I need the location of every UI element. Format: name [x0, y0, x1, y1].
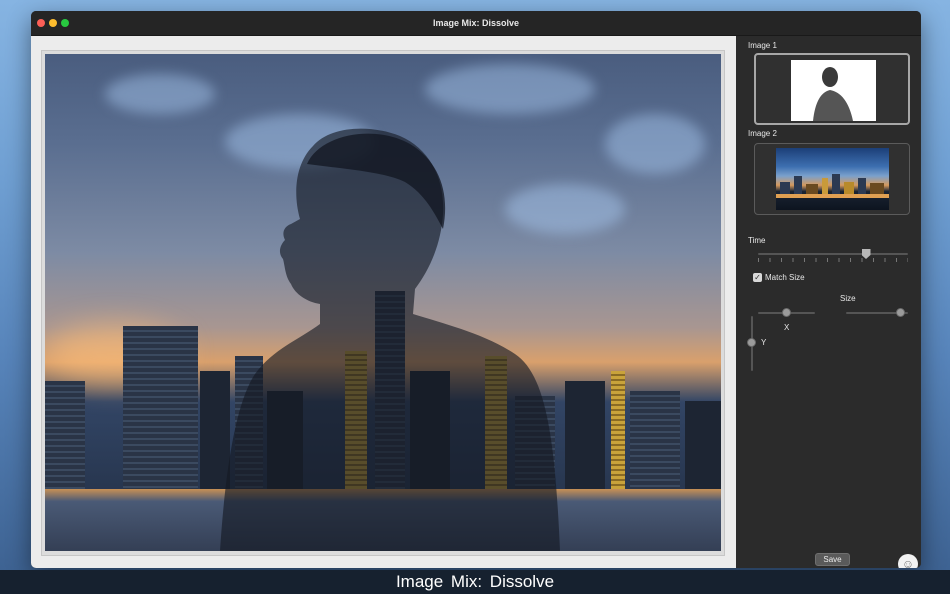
time-slider-ticks [758, 258, 908, 262]
image2-well[interactable] [754, 143, 910, 215]
image2-label: Image 2 [748, 129, 777, 138]
image1-label: Image 1 [748, 41, 777, 50]
size-slider-knob[interactable] [896, 308, 905, 317]
close-icon[interactable] [37, 19, 45, 27]
image1-well[interactable] [754, 53, 910, 125]
maximize-icon[interactable] [61, 19, 69, 27]
size-label: Size [840, 294, 856, 303]
city-thumbnail-graphic [776, 174, 889, 198]
caption-text: Image Mix: Dissolve [395, 572, 555, 591]
checkmark-icon: ✓ [754, 273, 761, 282]
smiley-icon[interactable]: ☺ [898, 554, 918, 568]
app-window: Image Mix: Dissolve Image 1 Image 2 Time… [31, 11, 921, 568]
y-slider-knob[interactable] [747, 338, 756, 347]
title-bar: Image Mix: Dissolve [31, 11, 921, 36]
portrait-silhouette [220, 128, 560, 551]
image2-thumbnail [776, 148, 889, 210]
match-size-checkbox[interactable]: ✓ [753, 273, 762, 282]
window-title: Image Mix: Dissolve [432, 18, 520, 28]
portrait-thumbnail-graphic [813, 67, 853, 121]
y-label: Y [761, 338, 767, 347]
match-size-label[interactable]: Match Size [765, 273, 805, 282]
caption-bar: Image Mix: Dissolve [0, 570, 950, 594]
x-slider-knob[interactable] [782, 308, 791, 317]
minimize-icon[interactable] [49, 19, 57, 27]
time-slider-track[interactable] [758, 253, 908, 255]
save-button[interactable]: Save [815, 553, 850, 566]
image1-thumbnail [791, 60, 876, 121]
inspector-sidebar: Image 1 Image 2 Time ✓ Match Size Size X… [736, 36, 921, 568]
x-label: X [784, 323, 790, 332]
canvas-area [31, 36, 736, 568]
blended-image[interactable] [45, 54, 721, 551]
time-label: Time [748, 236, 766, 245]
